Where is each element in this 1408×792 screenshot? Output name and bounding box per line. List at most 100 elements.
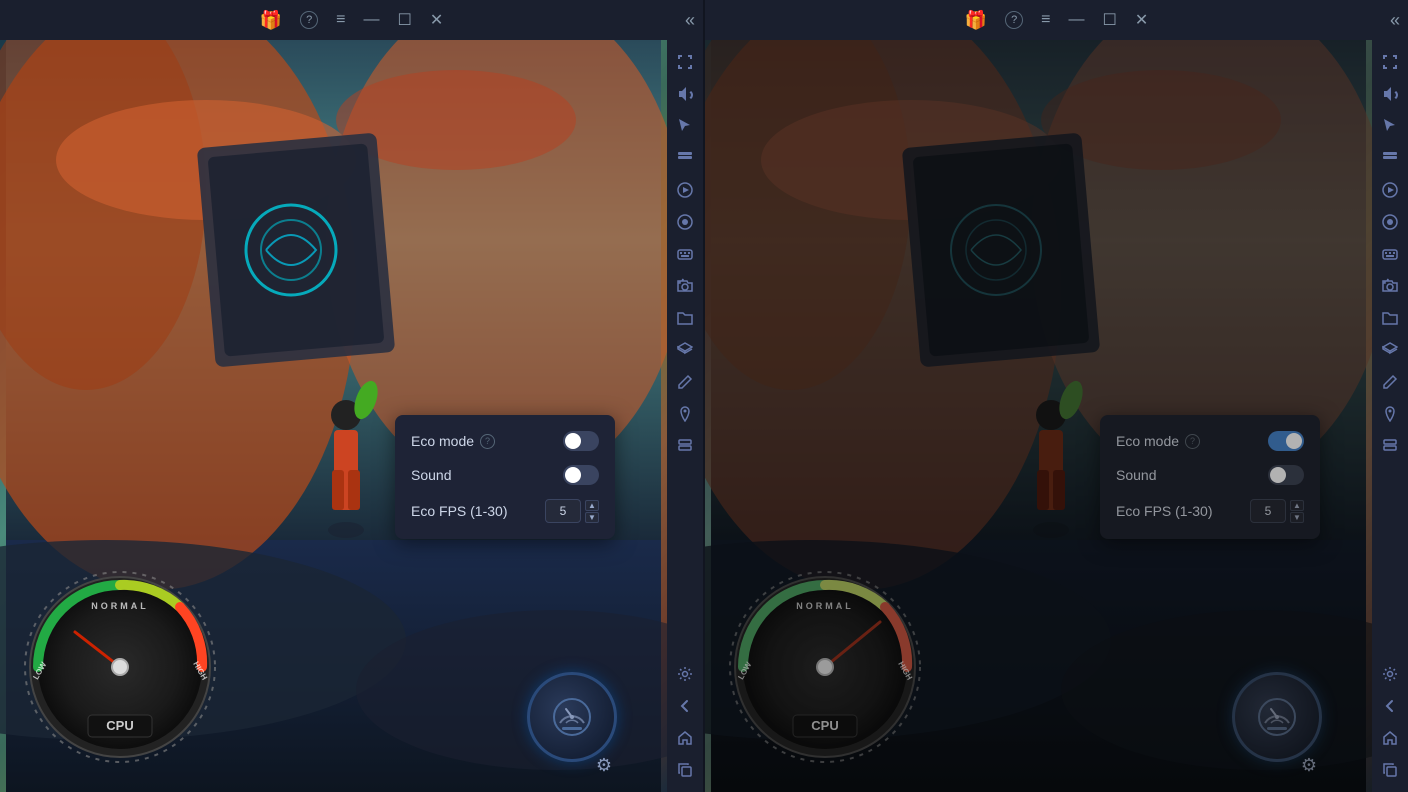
game-bg-right: NORMAL LOW HIGH CPU bbox=[705, 40, 1372, 792]
sidebar-cursor-right[interactable] bbox=[1376, 112, 1404, 140]
sidebar-home-left[interactable] bbox=[671, 724, 699, 752]
gauge-wrapper-right: NORMAL LOW HIGH CPU bbox=[725, 567, 925, 772]
sound-toggle-right[interactable] bbox=[1268, 465, 1304, 485]
menu-icon-1[interactable]: ≡ bbox=[336, 11, 345, 29]
sound-row-left: Sound bbox=[411, 465, 599, 485]
close-icon-1[interactable]: ✕ bbox=[430, 10, 443, 30]
eco-popup-right: Eco mode ? Sound bbox=[1100, 415, 1320, 539]
sidebar-fullscreen-right[interactable] bbox=[1376, 48, 1404, 76]
eco-mode-text-right: Eco mode bbox=[1116, 433, 1179, 449]
sidebar-layers-left[interactable] bbox=[671, 336, 699, 364]
sidebar-gear-right[interactable] bbox=[1376, 660, 1404, 688]
game-bg-left: NORMAL LOW HIGH CPU bbox=[0, 40, 667, 792]
speed-gauge-btn-left[interactable] bbox=[527, 672, 617, 762]
fps-control-right: ▲ ▼ bbox=[1250, 499, 1304, 523]
sidebar-folder-left[interactable] bbox=[671, 304, 699, 332]
sidebar-record-right[interactable] bbox=[1376, 208, 1404, 236]
maximize-icon-2[interactable]: ☐ bbox=[1103, 10, 1117, 30]
sound-text-right: Sound bbox=[1116, 467, 1156, 483]
sidebar-volume-right[interactable] bbox=[1376, 80, 1404, 108]
fps-arrows-right: ▲ ▼ bbox=[1290, 500, 1304, 523]
fps-up-left[interactable]: ▲ bbox=[585, 500, 599, 511]
svg-text:CPU: CPU bbox=[106, 718, 133, 733]
maximize-icon-1[interactable]: ☐ bbox=[398, 10, 412, 30]
sidebar-toolbar-right[interactable] bbox=[1376, 144, 1404, 172]
sidebar-folder-right[interactable] bbox=[1376, 304, 1404, 332]
eco-popup-left: Eco mode ? Sound bbox=[395, 415, 615, 539]
settings-gear-right[interactable]: ⚙ bbox=[1301, 755, 1317, 776]
gauge-wrapper-left: NORMAL LOW HIGH CPU bbox=[20, 567, 220, 772]
fps-input-right[interactable] bbox=[1250, 499, 1286, 523]
minimize-icon-2[interactable]: — bbox=[1069, 11, 1085, 29]
speedometer-icon-right bbox=[1257, 697, 1297, 737]
sidebar-layers-right[interactable] bbox=[1376, 336, 1404, 364]
scene-right: NORMAL LOW HIGH CPU bbox=[705, 40, 1372, 792]
sidebar-edit-right[interactable] bbox=[1376, 368, 1404, 396]
eco-mode-toggle-right[interactable] bbox=[1268, 431, 1304, 451]
svg-text:CPU: CPU bbox=[811, 718, 838, 733]
sidebar-location-left[interactable] bbox=[671, 400, 699, 428]
speed-gauge-btn-right[interactable] bbox=[1232, 672, 1322, 762]
sidebar-record-left[interactable] bbox=[671, 208, 699, 236]
title-bar-panel1: 🎁 ? ≡ — ☐ ✕ « bbox=[0, 0, 703, 40]
sidebar-cursor-left[interactable] bbox=[671, 112, 699, 140]
fps-control-left: ▲ ▼ bbox=[545, 499, 599, 523]
sidebar-back-right[interactable] bbox=[1376, 692, 1404, 720]
title-bar: 🎁 ? ≡ — ☐ ✕ « 🎁 ? ≡ — ☐ ✕ « bbox=[0, 0, 1408, 40]
sidebar-fullscreen-left[interactable] bbox=[671, 48, 699, 76]
sidebar-screenshot-right[interactable] bbox=[1376, 272, 1404, 300]
sidebar-stack-left[interactable] bbox=[671, 432, 699, 460]
close-icon-2[interactable]: ✕ bbox=[1135, 10, 1148, 30]
sidebar-copy-left[interactable] bbox=[671, 756, 699, 784]
back-icon-1[interactable]: « bbox=[685, 10, 695, 31]
sound-label-right: Sound bbox=[1116, 467, 1156, 483]
title-bar-right-1: « bbox=[685, 10, 695, 31]
sidebar-toolbar-left[interactable] bbox=[671, 144, 699, 172]
minimize-icon-1[interactable]: — bbox=[364, 11, 380, 29]
svg-text:NORMAL: NORMAL bbox=[91, 601, 149, 611]
fps-label-left: Eco FPS (1-30) bbox=[411, 503, 507, 519]
title-bar-right-2: « bbox=[1390, 10, 1400, 31]
sound-label-left: Sound bbox=[411, 467, 451, 483]
sound-text-left: Sound bbox=[411, 467, 451, 483]
sidebar-location-right[interactable] bbox=[1376, 400, 1404, 428]
sidebar-screenshot-left[interactable] bbox=[671, 272, 699, 300]
sidebar-keyboard-right[interactable] bbox=[1376, 240, 1404, 268]
eco-mode-label-right: Eco mode ? bbox=[1116, 433, 1200, 449]
fps-down-left[interactable]: ▼ bbox=[585, 512, 599, 523]
sidebar-back-left[interactable] bbox=[671, 692, 699, 720]
settings-gear-left[interactable]: ⚙ bbox=[596, 755, 612, 776]
eco-help-icon-left[interactable]: ? bbox=[480, 434, 495, 449]
sidebar-gear-left[interactable] bbox=[671, 660, 699, 688]
sidebar-copy-right[interactable] bbox=[1376, 756, 1404, 784]
eco-mode-row-left: Eco mode ? bbox=[411, 431, 599, 451]
eco-mode-label-left: Eco mode ? bbox=[411, 433, 495, 449]
gift-icon-1[interactable]: 🎁 bbox=[260, 10, 282, 31]
help-icon-2[interactable]: ? bbox=[1005, 11, 1023, 29]
sound-toggle-left[interactable] bbox=[563, 465, 599, 485]
help-icon-1[interactable]: ? bbox=[300, 11, 318, 29]
sidebar-home-right[interactable] bbox=[1376, 724, 1404, 752]
sidebar-keyboard-left[interactable] bbox=[671, 240, 699, 268]
sidebar-stack-right[interactable] bbox=[1376, 432, 1404, 460]
sidebar-play-right[interactable] bbox=[1376, 176, 1404, 204]
menu-icon-2[interactable]: ≡ bbox=[1041, 11, 1050, 29]
cpu-gauge-right: NORMAL LOW HIGH CPU bbox=[725, 567, 925, 772]
sound-row-right: Sound bbox=[1116, 465, 1304, 485]
panel-left: NORMAL LOW HIGH CPU bbox=[0, 40, 703, 792]
panels-container: NORMAL LOW HIGH CPU bbox=[0, 40, 1408, 792]
gift-icon-2[interactable]: 🎁 bbox=[965, 10, 987, 31]
fps-input-left[interactable] bbox=[545, 499, 581, 523]
cpu-gauge-left: NORMAL LOW HIGH CPU bbox=[20, 567, 220, 772]
fps-up-right[interactable]: ▲ bbox=[1290, 500, 1304, 511]
eco-help-icon-right[interactable]: ? bbox=[1185, 434, 1200, 449]
eco-mode-text-left: Eco mode bbox=[411, 433, 474, 449]
back-icon-2[interactable]: « bbox=[1390, 10, 1400, 31]
sidebar-edit-left[interactable] bbox=[671, 368, 699, 396]
fps-down-right[interactable]: ▼ bbox=[1290, 512, 1304, 523]
sidebar-volume-left[interactable] bbox=[671, 80, 699, 108]
fps-text-right: Eco FPS (1-30) bbox=[1116, 503, 1212, 519]
sidebar-right bbox=[1372, 40, 1408, 792]
sidebar-play-left[interactable] bbox=[671, 176, 699, 204]
eco-mode-toggle-left[interactable] bbox=[563, 431, 599, 451]
